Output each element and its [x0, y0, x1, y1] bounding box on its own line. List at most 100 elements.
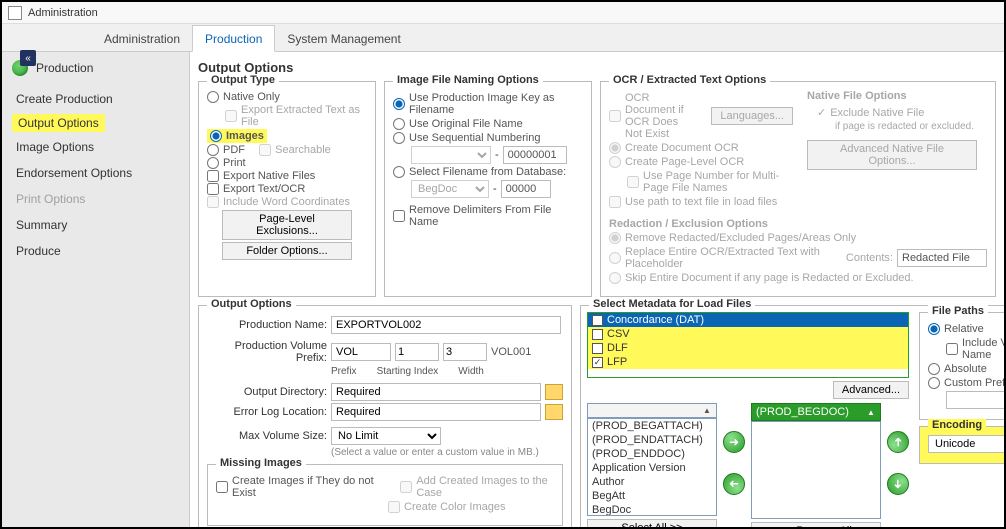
advanced-native-options-button: Advanced Native File Options...: [807, 140, 977, 170]
computed-vol-label: VOL001: [491, 346, 531, 358]
tab-system-management[interactable]: System Management: [275, 26, 412, 51]
add-field-button[interactable]: ➜: [723, 431, 745, 453]
radio-custom-prefix[interactable]: [928, 377, 940, 389]
radio-use-sequential[interactable]: [393, 132, 405, 144]
page-level-exclusions-button[interactable]: Page-Level Exclusions...: [222, 210, 352, 240]
check-create-if-missing[interactable]: [216, 481, 228, 493]
list-item[interactable]: (PROD_BEGATTACH): [588, 419, 716, 433]
check-export-native[interactable]: [207, 170, 219, 182]
encoding-select[interactable]: Unicode: [928, 435, 1004, 453]
window-titlebar: Administration: [2, 2, 1004, 24]
check-export-text-ocr[interactable]: [207, 183, 219, 195]
tab-administration[interactable]: Administration: [92, 26, 192, 51]
radio-print[interactable]: [207, 157, 219, 169]
output-directory-input[interactable]: [331, 383, 541, 401]
label-create-if-missing: Create Images if They do not Exist: [232, 475, 377, 499]
caption-starting-index: Starting Index: [377, 366, 439, 377]
advanced-metadata-button[interactable]: Advanced...: [833, 381, 909, 399]
sidebar-item-produce[interactable]: Produce: [2, 238, 189, 264]
format-lfp[interactable]: ✓LFP: [588, 355, 908, 369]
remove-field-button[interactable]: ➜: [723, 473, 745, 495]
error-log-input[interactable]: [331, 403, 541, 421]
metadata-group: Select Metadata for Load Files ✓Concorda…: [580, 305, 1004, 527]
sidebar-item-create-production[interactable]: Create Production: [2, 86, 189, 112]
label-contents: Contents:: [846, 252, 893, 264]
max-volume-select[interactable]: No Limit: [331, 427, 441, 445]
seq-dash: -: [495, 149, 499, 161]
radio-relative[interactable]: [928, 323, 940, 335]
radio-pdf[interactable]: [207, 144, 219, 156]
sidebar-item-print-options: Print Options: [2, 186, 189, 212]
label-use-sequential: Use Sequential Numbering: [409, 132, 540, 144]
list-item[interactable]: BegDoc: [588, 503, 716, 516]
radio-use-production-key[interactable]: [393, 98, 405, 110]
output-options-legend: Output Options: [207, 298, 296, 310]
radio-native-only[interactable]: [207, 91, 219, 103]
radio-absolute[interactable]: [928, 363, 940, 375]
list-item[interactable]: Author: [588, 475, 716, 489]
sidebar-item-image-options[interactable]: Image Options: [2, 134, 189, 160]
redaction-options-heading: Redaction / Exclusion Options: [609, 218, 987, 230]
ocr-legend: OCR / Extracted Text Options: [609, 74, 770, 86]
width-input[interactable]: [443, 343, 487, 361]
label-error-log: Error Log Location:: [207, 406, 327, 418]
starting-index-input[interactable]: [395, 343, 439, 361]
list-item[interactable]: BegAtt: [588, 489, 716, 503]
format-label: DLF: [607, 342, 628, 354]
load-file-formats-list[interactable]: ✓Concordance (DAT) CSV DLF ✓LFP: [587, 312, 909, 378]
move-down-button[interactable]: ➜: [887, 473, 909, 495]
label-max-volume: Max Volume Size:: [207, 430, 327, 442]
label-replace-entire: Replace Entire OCR/Extracted Text with P…: [625, 246, 838, 270]
list-item[interactable]: Application Version: [588, 461, 716, 475]
move-up-button[interactable]: ➜: [887, 431, 909, 453]
folder-options-button[interactable]: Folder Options...: [222, 242, 352, 260]
checkbox-icon: [592, 329, 603, 340]
available-fields-list[interactable]: (PROD_BEGATTACH) (PROD_ENDATTACH) (PROD_…: [587, 418, 717, 516]
check-include-word-coords: [207, 196, 219, 208]
output-options-group: Output Options Production Name: Producti…: [198, 305, 572, 527]
label-native-only: Native Only: [223, 91, 280, 103]
remove-all-button[interactable]: << Remove All: [751, 522, 881, 527]
checkbox-icon: ✓: [592, 357, 603, 368]
radio-use-original-filename[interactable]: [393, 118, 405, 130]
label-include-volume-name: Include Volume Name: [962, 337, 1004, 361]
radio-images[interactable]: [210, 130, 222, 142]
selected-fields-list[interactable]: [751, 421, 881, 519]
list-item[interactable]: (PROD_ENDATTACH): [588, 433, 716, 447]
select-all-button[interactable]: Select All >>: [587, 519, 717, 527]
check-remove-delimiters[interactable]: [393, 210, 405, 222]
label-use-production-key: Use Production Image Key as Filename: [409, 92, 583, 116]
sidebar-item-summary[interactable]: Summary: [2, 212, 189, 238]
check-include-volume-name[interactable]: [946, 343, 958, 355]
production-name-input[interactable]: [331, 316, 561, 334]
label-pdf: PDF: [223, 144, 245, 156]
checkbox-icon: [592, 343, 603, 354]
list-item[interactable]: (PROD_ENDDOC): [588, 447, 716, 461]
radio-replace-entire: [609, 252, 621, 264]
collapse-sidebar-button[interactable]: «: [20, 50, 36, 66]
label-include-word-coords: Include Word Coordinates: [223, 196, 350, 208]
sidebar-item-output-options[interactable]: Output Options: [12, 114, 105, 132]
label-remove-delimiters: Remove Delimiters From File Name: [409, 204, 583, 228]
label-export-text-ocr: Export Text/OCR: [223, 183, 305, 195]
radio-select-from-db[interactable]: [393, 166, 405, 178]
format-concordance[interactable]: ✓Concordance (DAT): [588, 313, 908, 327]
check-searchable: [259, 144, 271, 156]
browse-output-dir-icon[interactable]: [545, 384, 563, 400]
encoding-legend: Encoding: [928, 419, 986, 431]
browse-error-log-icon[interactable]: [545, 404, 563, 420]
file-paths-legend: File Paths: [928, 305, 988, 317]
check-add-created: [400, 481, 412, 493]
tab-production[interactable]: Production: [192, 25, 275, 52]
caption-prefix: Prefix: [331, 366, 357, 377]
format-dlf[interactable]: DLF: [588, 341, 908, 355]
format-csv[interactable]: CSV: [588, 327, 908, 341]
volume-prefix-input[interactable]: [331, 343, 391, 361]
custom-prefix-input: [946, 391, 1004, 409]
check-use-path: [609, 196, 621, 208]
label-skip-entire: Skip Entire Document if any page is Reda…: [625, 272, 914, 284]
checkbox-icon: ✓: [592, 315, 603, 326]
sidebar-item-endorsement-options[interactable]: Endorsement Options: [2, 160, 189, 186]
label-production-name: Production Name:: [207, 319, 327, 331]
check-ocr-if-not-exist: [609, 110, 621, 122]
